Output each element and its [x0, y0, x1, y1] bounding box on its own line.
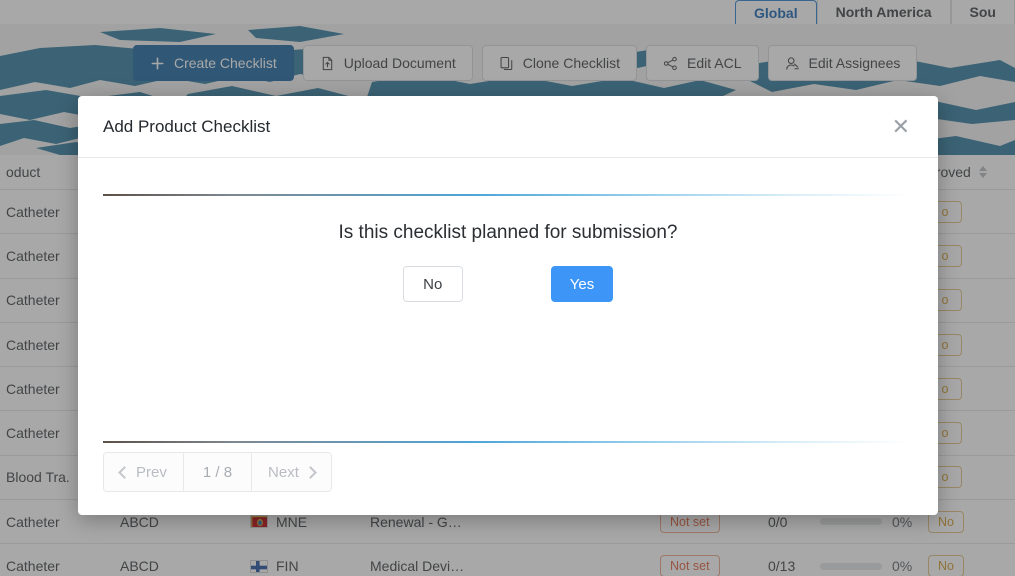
- divider-top: [103, 194, 913, 196]
- next-label: Next: [268, 463, 299, 481]
- chevron-left-icon: [118, 465, 131, 479]
- next-page-button[interactable]: Next: [252, 453, 331, 491]
- divider-bottom: [103, 441, 913, 443]
- submission-question: Is this checklist planned for submission…: [338, 222, 678, 243]
- dialog-header: Add Product Checklist ✕: [78, 96, 938, 158]
- close-icon[interactable]: ✕: [888, 114, 914, 140]
- answer-button-group: No Yes: [103, 266, 913, 302]
- answer-yes-button[interactable]: Yes: [550, 266, 614, 302]
- app-root: Global North America Sou Create Checklis…: [0, 0, 1015, 576]
- wizard-pagination: Prev 1 / 8 Next: [103, 452, 332, 492]
- prev-page-button[interactable]: Prev: [104, 453, 184, 491]
- add-product-checklist-dialog: Add Product Checklist ✕ Is this checklis…: [78, 96, 938, 515]
- prev-label: Prev: [136, 463, 167, 481]
- chevron-right-icon: [304, 465, 317, 479]
- dialog-title: Add Product Checklist: [103, 116, 271, 136]
- answer-no-button[interactable]: No: [402, 266, 463, 302]
- page-indicator: 1 / 8: [183, 453, 253, 491]
- dialog-body: Is this checklist planned for submission…: [78, 158, 938, 515]
